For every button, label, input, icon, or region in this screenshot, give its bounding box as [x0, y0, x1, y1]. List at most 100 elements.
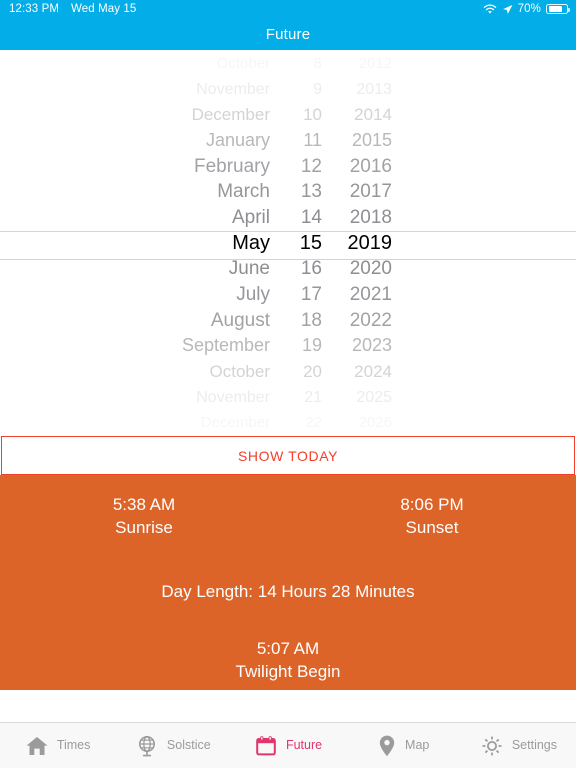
- tab-solstice-label: Solstice: [166, 738, 211, 753]
- gear-icon: [480, 734, 504, 758]
- picker-row[interactable]: October 8 2012: [0, 50, 576, 76]
- picker-month-value: March: [217, 181, 270, 203]
- picker-month-value: February: [193, 155, 270, 177]
- sunrise-sunset-row: 5:38 AM Sunrise 8:06 PM Sunset: [0, 493, 576, 539]
- picker-day-value: 17: [300, 284, 322, 306]
- picker-day-value: 19: [301, 335, 322, 356]
- picker-year-value: 2022: [349, 309, 392, 331]
- twilight-block: 5:07 AM Twilight Begin: [0, 637, 576, 683]
- picker-day-value: 13: [300, 181, 322, 203]
- picker-month-value: November: [196, 388, 270, 406]
- date-picker-wheel[interactable]: October 8 2012 November 9 2013 December 10 2014 J…: [0, 50, 576, 435]
- status-bar-indicators: 70%: [483, 3, 570, 15]
- picker-day-value: 8: [313, 54, 322, 72]
- picker-day-value: 9: [313, 80, 322, 98]
- picker-day-value: 12: [300, 155, 322, 177]
- picker-day-value: 11: [303, 129, 322, 150]
- tab-settings-label: Settings: [511, 738, 557, 753]
- picker-row-selected[interactable]: May 15 2019: [0, 230, 576, 256]
- tab-bar: Times Solstice Future Map Settings: [0, 722, 576, 768]
- picker-row[interactable]: November 9 2013: [0, 76, 576, 102]
- home-icon: [25, 735, 49, 757]
- picker-row[interactable]: March 13 2017: [0, 178, 576, 204]
- tab-times[interactable]: Times: [0, 723, 115, 768]
- picker-month-value: October: [216, 54, 270, 72]
- picker-row[interactable]: December 22 2026: [0, 409, 576, 435]
- picker-month-value: September: [181, 335, 270, 356]
- picker-row[interactable]: January 11 2015: [0, 127, 576, 153]
- tab-map-label: Map: [405, 738, 430, 753]
- picker-month-value: November: [196, 80, 270, 98]
- picker-row[interactable]: April 14 2018: [0, 204, 576, 230]
- picker-year-value: 2019: [347, 231, 393, 254]
- picker-year-value: 2025: [356, 388, 392, 406]
- picker-day-value: 10: [303, 105, 322, 125]
- picker-year-value: 2023: [351, 335, 392, 356]
- date-picker[interactable]: October 8 2012 November 9 2013 December 10 2014 J…: [0, 50, 576, 435]
- picker-row[interactable]: December 10 2014: [0, 101, 576, 127]
- picker-year-value: 2016: [349, 155, 392, 177]
- picker-month-value: August: [210, 309, 270, 331]
- picker-row[interactable]: September 19 2023: [0, 332, 576, 358]
- show-today-label: SHOW TODAY: [237, 447, 339, 464]
- tab-future-label: Future: [285, 738, 323, 753]
- sunrise-time: 5:38 AM: [112, 495, 176, 514]
- picker-day-value: 15: [299, 231, 322, 254]
- picker-month-value: May: [232, 231, 270, 254]
- twilight-label: Twilight Begin: [235, 662, 341, 681]
- picker-month-value: October: [209, 362, 270, 382]
- picker-day-value: 18: [300, 309, 322, 331]
- show-today-button[interactable]: SHOW TODAY: [1, 436, 575, 475]
- picker-day-value: 22: [305, 414, 322, 432]
- picker-month-value: January: [205, 129, 270, 150]
- picker-row[interactable]: February 12 2016: [0, 153, 576, 179]
- picker-year-value: 2012: [358, 54, 392, 72]
- tab-settings[interactable]: Settings: [461, 723, 576, 768]
- day-length-text: Day Length: 14 Hours 28 Minutes: [161, 582, 415, 601]
- map-pin-icon: [377, 734, 397, 758]
- status-bar: 12:33 PM Wed May 15 70%: [0, 0, 576, 18]
- picker-selection-line-top: [0, 231, 576, 232]
- battery-icon: [546, 4, 570, 14]
- wifi-icon: [483, 3, 497, 15]
- twilight-time: 5:07 AM: [256, 639, 320, 658]
- picker-year-value: 2021: [349, 284, 392, 306]
- picker-year-value: 2017: [349, 181, 392, 203]
- picker-month-value: December: [191, 105, 270, 125]
- sunset-time: 8:06 PM: [400, 495, 464, 514]
- sunrise-label: Sunrise: [115, 518, 173, 537]
- navigation-bar: Future: [0, 18, 576, 50]
- picker-day-value: 21: [304, 388, 322, 406]
- picker-month-value: December: [200, 414, 270, 432]
- tab-future[interactable]: Future: [230, 723, 345, 768]
- tab-solstice[interactable]: Solstice: [115, 723, 230, 768]
- sun-info-panel: 5:38 AM Sunrise 8:06 PM Sunset Day Lengt…: [0, 475, 576, 690]
- app-screen: 12:33 PM Wed May 15 70% Future October 8…: [0, 0, 576, 768]
- picker-row[interactable]: November 21 2025: [0, 384, 576, 410]
- picker-year-value: 2015: [351, 129, 392, 150]
- picker-year-value: 2018: [349, 207, 392, 228]
- calendar-icon: [254, 734, 278, 758]
- picker-year-value: 2024: [354, 362, 392, 382]
- sunset-label: Sunset: [405, 518, 459, 537]
- battery-percent: 70%: [517, 3, 541, 15]
- picker-year-value: 2013: [356, 80, 392, 98]
- sunrise-block: 5:38 AM Sunrise: [0, 493, 288, 539]
- picker-month-value: April: [231, 207, 270, 228]
- sunset-block: 8:06 PM Sunset: [288, 493, 576, 539]
- location-arrow-icon: [502, 4, 513, 15]
- status-bar-date: Wed May 15: [71, 3, 137, 15]
- picker-day-value: 20: [303, 362, 322, 382]
- status-bar-time: 12:33 PM: [9, 3, 60, 15]
- picker-row[interactable]: October 20 2024: [0, 358, 576, 384]
- tab-map[interactable]: Map: [346, 723, 461, 768]
- picker-year-value: 2014: [354, 105, 392, 125]
- picker-row[interactable]: August 18 2022: [0, 307, 576, 333]
- tab-times-label: Times: [56, 738, 91, 753]
- globe-icon: [135, 734, 159, 758]
- picker-row[interactable]: July 17 2021: [0, 281, 576, 307]
- picker-year-value: 2026: [358, 414, 392, 432]
- picker-selection-line-bottom: [0, 259, 576, 260]
- picker-month-value: July: [236, 284, 270, 306]
- picker-day-value: 14: [300, 207, 322, 228]
